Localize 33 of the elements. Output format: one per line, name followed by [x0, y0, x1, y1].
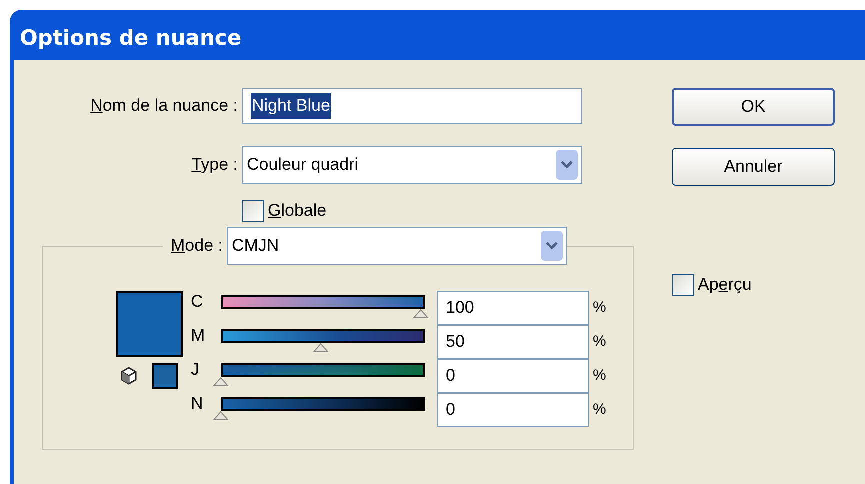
- checkbox-label: Globale: [268, 200, 327, 222]
- small-color-swatch: [152, 362, 178, 388]
- cancel-button[interactable]: Annuler: [672, 148, 835, 186]
- color-swatch: [116, 290, 182, 356]
- percent-input[interactable]: 100: [437, 290, 589, 324]
- window-title: Options de nuance: [20, 24, 242, 52]
- percent-unit: %: [593, 400, 606, 420]
- channel-letter: M: [191, 324, 206, 346]
- name-field[interactable]: Night Blue: [242, 88, 582, 124]
- checkbox-option[interactable]: Aperçu: [672, 272, 835, 298]
- checkbox[interactable]: [672, 274, 694, 296]
- channel-letter: J: [191, 358, 200, 380]
- field-label: Nom de la nuance :: [90, 95, 239, 118]
- percent-unit: %: [593, 366, 606, 386]
- checkbox-option[interactable]: Globale: [242, 198, 644, 224]
- slider-thumb[interactable]: [213, 410, 229, 420]
- checkbox[interactable]: [242, 200, 264, 222]
- ok-button[interactable]: OK: [672, 88, 835, 126]
- field-label: Type :: [190, 154, 239, 176]
- percent-unit: %: [593, 332, 606, 352]
- percent-input[interactable]: 0: [437, 392, 589, 426]
- percent-input[interactable]: 50: [437, 324, 589, 358]
- mode-dropdown[interactable]: CMJN: [226, 226, 567, 264]
- channel-letter: N: [191, 392, 204, 414]
- checkbox-label: Aperçu: [698, 274, 752, 296]
- slider-thumb[interactable]: [413, 308, 429, 318]
- type-dropdown[interactable]: Couleur quadri: [242, 146, 582, 184]
- percent-input[interactable]: 0: [437, 358, 589, 392]
- cube-icon: [120, 366, 138, 384]
- percent-unit: %: [593, 298, 606, 318]
- slider-thumb[interactable]: [213, 376, 229, 386]
- channel-letter: C: [191, 290, 204, 312]
- field-label: Mode :: [171, 234, 224, 257]
